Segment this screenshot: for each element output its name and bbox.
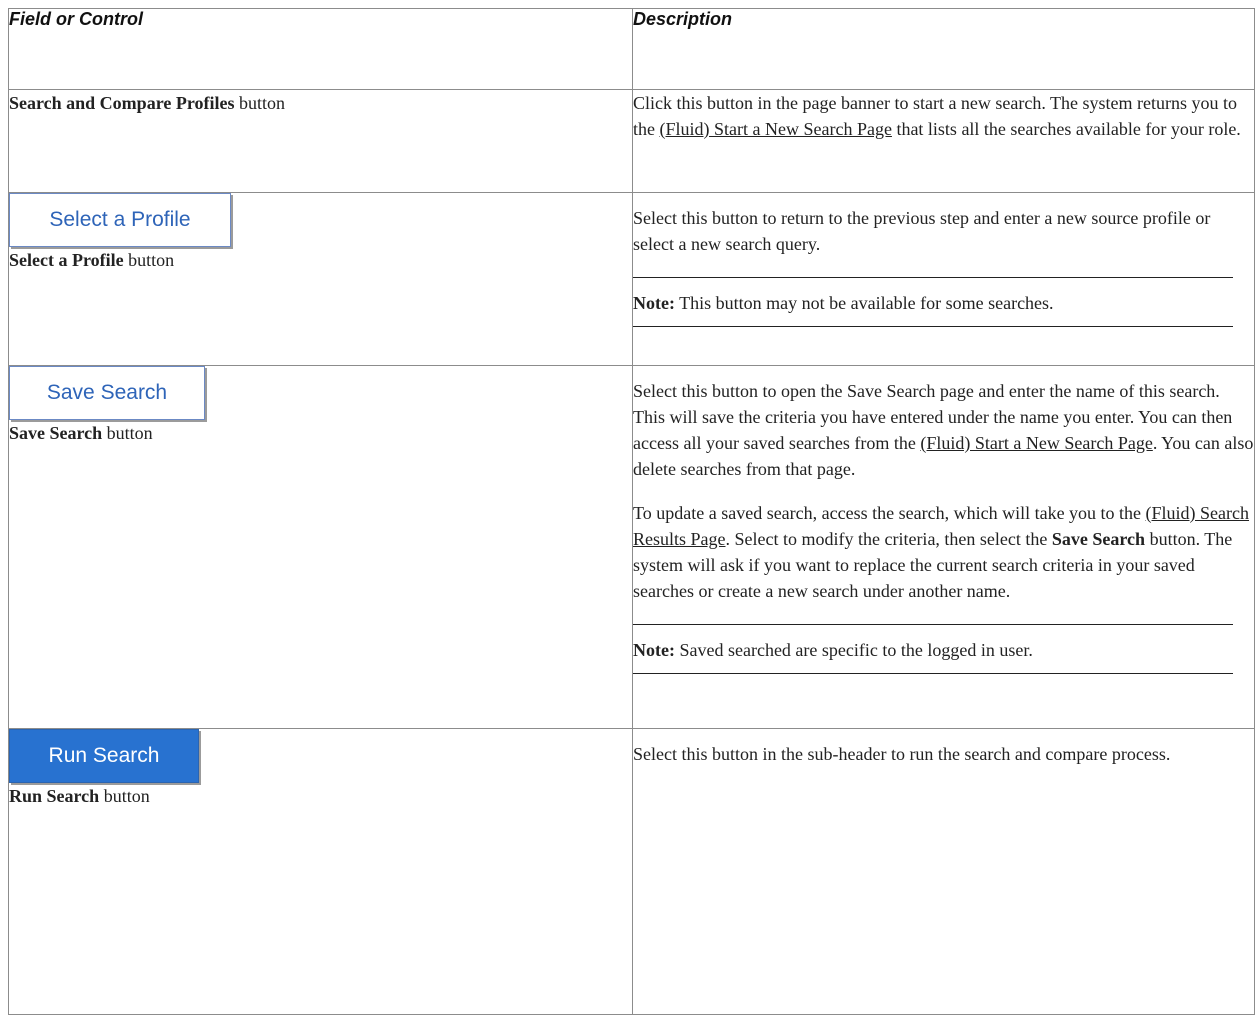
- description-text: To update a saved search, access the sea…: [633, 503, 1250, 601]
- description-text: Select this button to open the Save Sear…: [633, 381, 1254, 479]
- field-cell: Search and Compare Profiles button: [8, 89, 633, 193]
- field-cell: Run Search Run Search button: [8, 728, 633, 1015]
- run-search-button[interactable]: Run Search: [9, 729, 199, 783]
- field-cell: Select a Profile Select a Profile button: [8, 192, 633, 366]
- description-cell: Select this button to open the Save Sear…: [632, 365, 1255, 729]
- start-new-search-link[interactable]: (Fluid) Start a New Search Page: [920, 433, 1152, 453]
- note-text: This button may not be available for som…: [674, 293, 1054, 313]
- description-text: Click this button in the page banner to …: [633, 93, 1241, 139]
- field-name: Save Search: [9, 423, 103, 443]
- note-box: Note: Saved searched are specific to the…: [633, 624, 1233, 674]
- note-label: Note:: [633, 640, 675, 660]
- note-box: Note: This button may not be available f…: [633, 277, 1233, 327]
- header-field-or-control: Field or Control: [8, 8, 633, 90]
- table-header-row: Field or Control Description: [8, 8, 1255, 90]
- description-cell: Select this button to return to the prev…: [632, 192, 1255, 366]
- description-text: Select this button to return to the prev…: [633, 208, 1211, 254]
- field-name: Search and Compare Profiles: [9, 93, 235, 113]
- note-text: Saved searched are specific to the logge…: [674, 640, 1033, 660]
- table-row: Search and Compare Profiles button Click…: [8, 89, 1255, 193]
- field-cell: Save Search Save Search button: [8, 365, 633, 729]
- description-cell: Select this button in the sub-header to …: [632, 728, 1255, 1015]
- header-description: Description: [632, 8, 1255, 90]
- select-a-profile-button[interactable]: Select a Profile: [9, 193, 231, 247]
- table-row: Run Search Run Search button Select this…: [8, 728, 1255, 1015]
- description-cell: Click this button in the page banner to …: [632, 89, 1255, 193]
- field-description-table: Field or Control Description Search and …: [8, 8, 1255, 1015]
- note-label: Note:: [633, 293, 675, 313]
- table-row: Select a Profile Select a Profile button…: [8, 192, 1255, 366]
- table-row: Save Search Save Search button Select th…: [8, 365, 1255, 729]
- save-search-button[interactable]: Save Search: [9, 366, 205, 420]
- field-name: Run Search: [9, 786, 100, 806]
- start-new-search-link[interactable]: (Fluid) Start a New Search Page: [660, 119, 892, 139]
- description-text: Select this button in the sub-header to …: [633, 744, 1171, 764]
- field-name: Select a Profile: [9, 250, 124, 270]
